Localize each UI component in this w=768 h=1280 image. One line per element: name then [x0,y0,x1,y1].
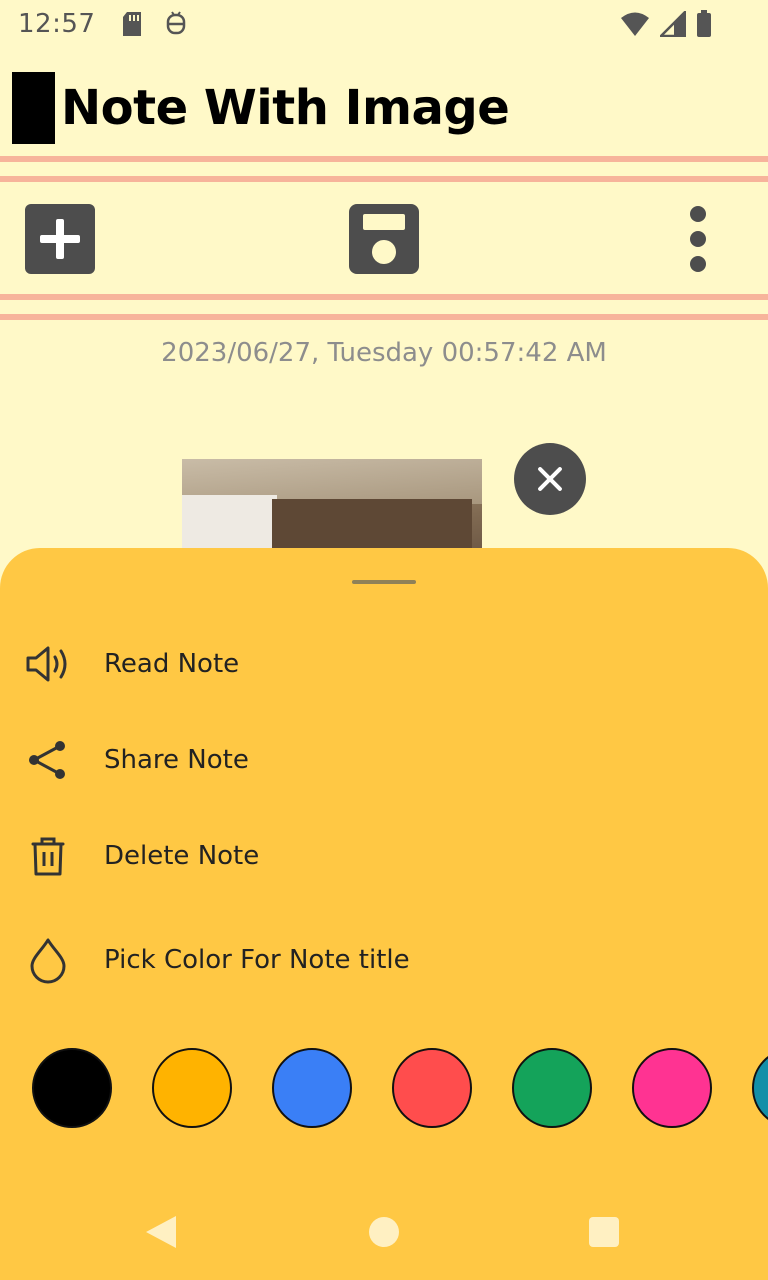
more-options-button[interactable] [664,204,734,274]
share-icon [29,741,65,779]
speaker-icon [26,646,67,682]
home-icon[interactable] [369,1217,399,1247]
app-notification-icon [167,11,186,35]
menu-item-share-note[interactable]: Share Note [0,720,768,800]
battery-icon [697,10,711,37]
back-icon[interactable] [146,1216,176,1248]
menu-item-label: Read Note [104,649,240,679]
divider [0,294,768,300]
divider [0,314,768,320]
color-swatch-red[interactable] [392,1048,472,1128]
status-bar: 12:57 [0,0,768,48]
signal-icon [660,11,686,37]
sd-card-icon [123,12,142,36]
color-swatch-black[interactable] [32,1048,112,1128]
color-swatch-amber[interactable] [152,1048,232,1128]
note-timestamp: 2023/06/27, Tuesday 00:57:42 AM [161,338,607,368]
status-time: 12:57 [18,9,96,39]
divider [0,176,768,182]
menu-item-pick-color[interactable]: Pick Color For Note title [0,920,768,1000]
color-swatch-pink[interactable] [632,1048,712,1128]
color-swatch-green[interactable] [512,1048,592,1128]
save-note-button[interactable] [349,204,419,274]
wifi-icon [621,12,649,36]
note-image[interactable] [182,459,482,559]
system-nav-bar [0,1184,768,1280]
note-title: Note With Image [61,80,510,136]
trash-icon [31,837,65,876]
note-title-field[interactable]: Note With Image [12,72,510,144]
options-bottom-sheet: Read Note Share Note Delete Note Pick Co… [0,548,768,1280]
remove-image-button[interactable] [514,443,586,515]
divider [0,156,768,162]
drag-handle[interactable] [352,580,416,584]
recents-icon[interactable] [589,1217,619,1247]
menu-item-label: Pick Color For Note title [104,945,410,975]
color-swatch-teal[interactable] [752,1048,768,1128]
menu-item-label: Delete Note [104,841,260,871]
add-note-button[interactable] [25,204,95,274]
droplet-icon [30,938,66,984]
color-swatch-blue[interactable] [272,1048,352,1128]
color-swatch-row [0,1048,768,1128]
text-cursor [12,72,55,144]
menu-item-read-note[interactable]: Read Note [0,624,768,704]
menu-item-label: Share Note [104,745,249,775]
more-vert-icon [690,206,706,222]
menu-item-delete-note[interactable]: Delete Note [0,816,768,896]
